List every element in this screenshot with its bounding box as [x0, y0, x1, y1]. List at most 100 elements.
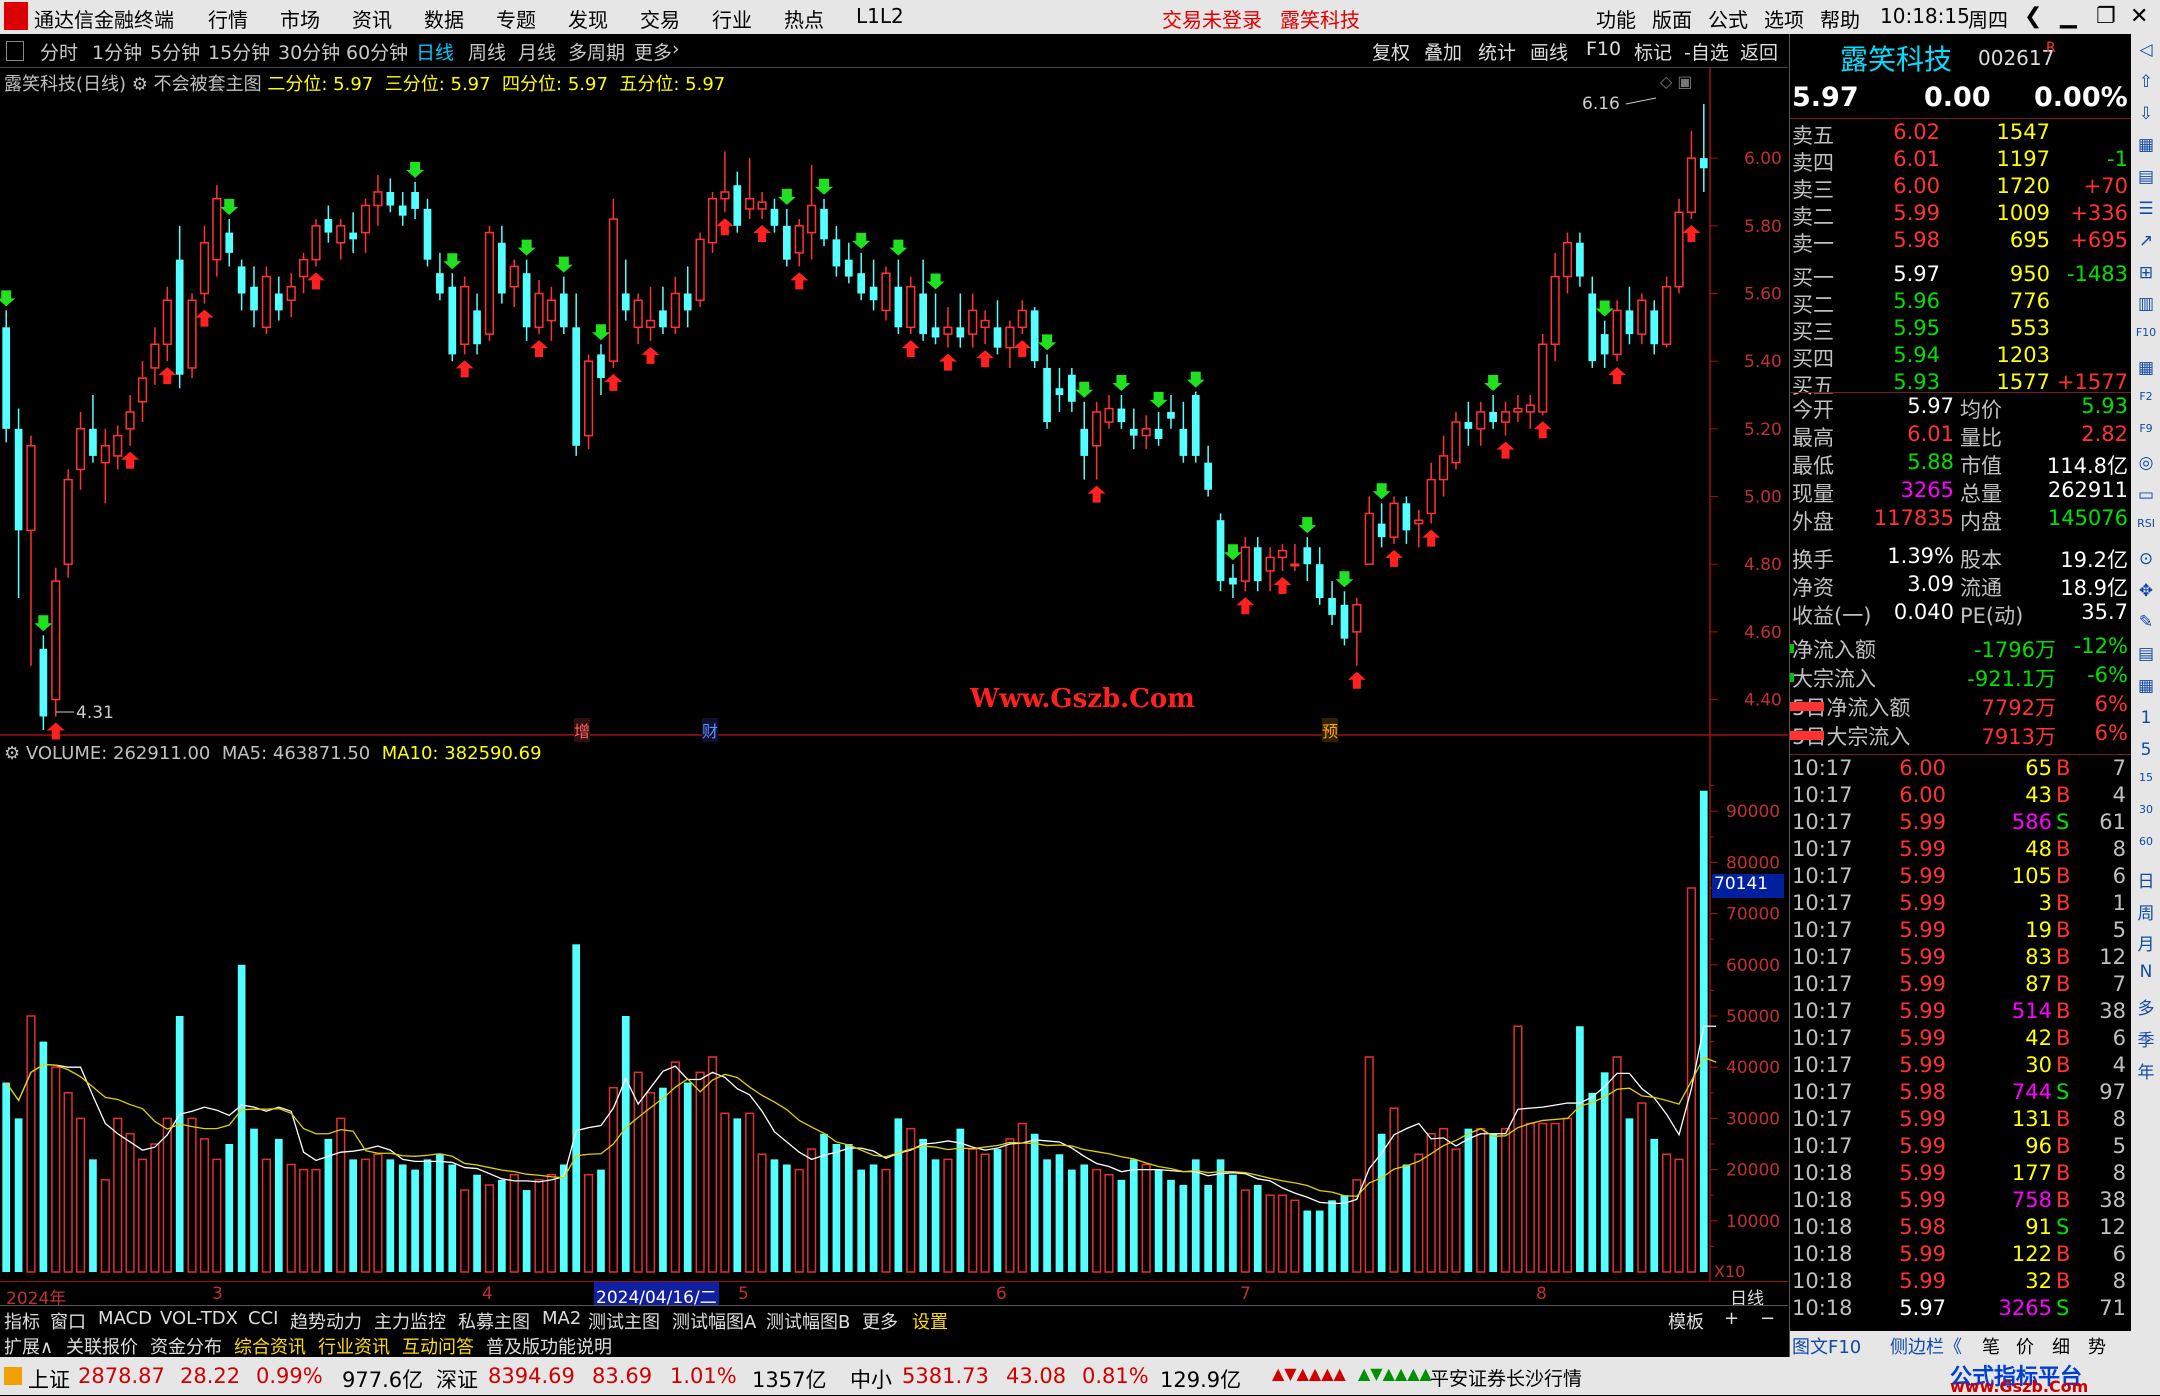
side-tool-icon[interactable]: ⇩ [2134, 104, 2158, 124]
login-status[interactable]: 交易未登录 [1162, 4, 1262, 33]
period-tab-1min[interactable]: 1分钟 [92, 38, 142, 65]
remove-window-icon[interactable]: − [1760, 1308, 1775, 1329]
restore-icon[interactable]: ❐ [2096, 4, 2116, 29]
menu-layout[interactable]: 版面 [1652, 4, 1692, 33]
back-icon[interactable]: ❮ [2024, 4, 2042, 29]
tick-row[interactable]: 10:17 5.99 30 B 4 [1790, 1053, 2132, 1080]
adjust-button[interactable]: 复权 [1372, 38, 1410, 65]
period-tab-60min[interactable]: 60分钟 [346, 38, 408, 65]
draw-button[interactable]: 画线 [1530, 38, 1568, 65]
minimize-icon[interactable]: ▁ [2060, 4, 2077, 29]
menu-industry[interactable]: 行业 [712, 4, 752, 33]
stat-row[interactable]: 净资 3.09 流通 18.9亿 [1790, 572, 2132, 600]
side-tool-icon[interactable]: ⊞ [2134, 263, 2158, 283]
stat-row[interactable]: 换手 1.39% 股本 19.2亿 [1790, 544, 2132, 572]
sz-index-label[interactable]: 深证 [436, 1364, 478, 1394]
side-tool-icon[interactable]: ▦ [2134, 135, 2158, 155]
side-tool-icon[interactable]: ▦ [2134, 358, 2158, 378]
menu-formula[interactable]: 公式 [1708, 4, 1748, 33]
period-tab-15min[interactable]: 15分钟 [208, 38, 270, 65]
side-tool-icon[interactable]: ▦ [2134, 676, 2158, 696]
chevron-right-icon[interactable]: › [672, 38, 680, 60]
period-tab-more[interactable]: 更多 [634, 38, 672, 65]
tick-row[interactable]: 10:18 5.99 758 B 38 [1790, 1188, 2132, 1215]
period-tab-intraday[interactable]: 分时 [40, 38, 78, 65]
period-tab-multi[interactable]: 多周期 [568, 38, 625, 65]
side-tool-icon[interactable]: ↗ [2134, 231, 2158, 251]
tab-price[interactable]: 价 [2016, 1333, 2034, 1359]
tab-trend-mini[interactable]: 势 [2088, 1333, 2106, 1359]
ask-row[interactable]: 卖三 6.00 1720 +70 [1790, 174, 2132, 202]
side-tool-icon[interactable]: ▥ [2134, 294, 2158, 314]
watchlist-button[interactable]: -自选 [1684, 38, 1729, 65]
side-tool-icon[interactable]: ◁ [2134, 40, 2158, 60]
tick-row[interactable]: 10:17 5.99 48 B 8 [1790, 837, 2132, 864]
flow-row[interactable]: 大宗流入 -921.1万 -6% [1790, 663, 2132, 691]
tick-row[interactable]: 10:17 5.99 96 B 5 [1790, 1134, 2132, 1161]
tick-row[interactable]: 10:17 5.99 131 B 8 [1790, 1107, 2132, 1134]
tab-fund-distribution[interactable]: 资金分布 [150, 1333, 222, 1359]
tab-expand[interactable]: 扩展∧ [4, 1333, 53, 1359]
side-tool-icon[interactable]: ✎ [2134, 612, 2158, 632]
ask-row[interactable]: 卖二 5.99 1009 +336 [1790, 201, 2132, 229]
tick-row[interactable]: 10:17 5.99 87 B 7 [1790, 972, 2132, 999]
tick-row[interactable]: 10:17 5.99 83 B 12 [1790, 945, 2132, 972]
tick-row[interactable]: 10:17 5.99 105 B 6 [1790, 864, 2132, 891]
mark-button[interactable]: 标记 [1634, 38, 1672, 65]
add-window-icon[interactable]: + [1724, 1308, 1739, 1329]
tick-row[interactable]: 10:18 5.99 177 B 8 [1790, 1161, 2132, 1188]
flow-row[interactable]: 净流入额 -1796万 -12% [1790, 634, 2132, 662]
stat-row[interactable]: 收益(一) 0.040 PE(动) 35.7 [1790, 600, 2132, 628]
sh-index-label[interactable]: 上证 [28, 1364, 70, 1394]
tab-f10-graphic[interactable]: 图文F10 [1792, 1333, 1861, 1359]
side-tool-icon[interactable]: 日 [2134, 867, 2158, 892]
side-tool-icon[interactable]: 30 [2134, 803, 2158, 816]
tick-row[interactable]: 10:17 5.99 19 B 5 [1790, 918, 2132, 945]
side-tool-icon[interactable]: F10 [2134, 326, 2158, 339]
tick-row[interactable]: 10:17 5.99 514 B 38 [1790, 999, 2132, 1026]
side-tool-icon[interactable]: 60 [2134, 835, 2158, 848]
period-tab-monthly[interactable]: 月线 [518, 38, 556, 65]
menu-l1l2[interactable]: L1L2 [856, 4, 904, 28]
period-tab-5min[interactable]: 5分钟 [150, 38, 200, 65]
toolbar-square-icon[interactable] [6, 41, 24, 61]
stat-row[interactable]: 外盘 117835 内盘 145076 [1790, 506, 2132, 534]
tick-row[interactable]: 10:17 6.00 43 B 4 [1790, 783, 2132, 810]
kline-chart[interactable]: 6.00 5.80 5.60 5.40 5.20 5.00 4.80 4.60 4.40 9000… [0, 68, 1788, 1298]
ask-row[interactable]: 卖五 6.02 1547 [1790, 120, 2132, 148]
menu-trade[interactable]: 交易 [640, 4, 680, 33]
side-tool-icon[interactable]: ◎ [2134, 453, 2158, 473]
side-tool-icon[interactable]: 季 [2134, 1026, 2158, 1051]
tab-trades[interactable]: 笔 [1982, 1333, 2000, 1359]
menu-hot[interactable]: 热点 [784, 4, 824, 33]
close-icon[interactable]: ✕ [2130, 4, 2148, 29]
side-tool-icon[interactable]: ⇧ [2134, 72, 2158, 92]
menu-data[interactable]: 数据 [424, 4, 464, 33]
side-tool-icon[interactable]: N [2134, 962, 2158, 982]
menu-discover[interactable]: 发现 [568, 4, 608, 33]
side-tool-icon[interactable]: ▤ [2134, 644, 2158, 664]
menu-news[interactable]: 资讯 [352, 4, 392, 33]
tab-industry-news[interactable]: 行业资讯 [318, 1333, 390, 1359]
ask-row[interactable]: 卖四 6.01 1197 -1 [1790, 147, 2132, 175]
side-tool-icon[interactable]: ☰ [2134, 199, 2158, 219]
tick-row[interactable]: 10:18 5.98 91 S 12 [1790, 1215, 2132, 1242]
side-tool-icon[interactable]: RSI [2134, 517, 2158, 530]
stat-row[interactable]: 最低 5.88 市值 114.8亿 [1790, 450, 2132, 478]
side-tool-icon[interactable]: ✥ [2134, 581, 2158, 601]
tab-cci[interactable]: CCI [248, 1308, 278, 1329]
tick-row[interactable]: 10:17 5.98 744 S 97 [1790, 1080, 2132, 1107]
bid-row[interactable]: 买二 5.96 776 [1790, 289, 2132, 317]
menu-options[interactable]: 选项 [1764, 4, 1804, 33]
tab-ma2[interactable]: MA2 [542, 1308, 581, 1329]
tick-list[interactable]: 10:17 6.00 65 B 7 10:17 6.00 43 B 4 10:17 5.99 586 S 6… [1790, 756, 2132, 1331]
tick-row[interactable]: 10:18 5.97 3265 S 71 [1790, 1296, 2132, 1323]
flow-row[interactable]: 5日净流入额 7792万 6% [1790, 692, 2132, 720]
tab-sidebar[interactable]: 侧边栏《 [1890, 1333, 1962, 1359]
stat-row[interactable]: 现量 3265 总量 262911 [1790, 478, 2132, 506]
menu-market[interactable]: 市场 [280, 4, 320, 33]
tick-row[interactable]: 10:17 5.99 586 S 61 [1790, 810, 2132, 837]
broker-name[interactable]: 平安证券长沙行情 [1430, 1364, 1582, 1391]
tab-macd[interactable]: MACD [98, 1308, 152, 1329]
menu-help[interactable]: 帮助 [1820, 4, 1860, 33]
